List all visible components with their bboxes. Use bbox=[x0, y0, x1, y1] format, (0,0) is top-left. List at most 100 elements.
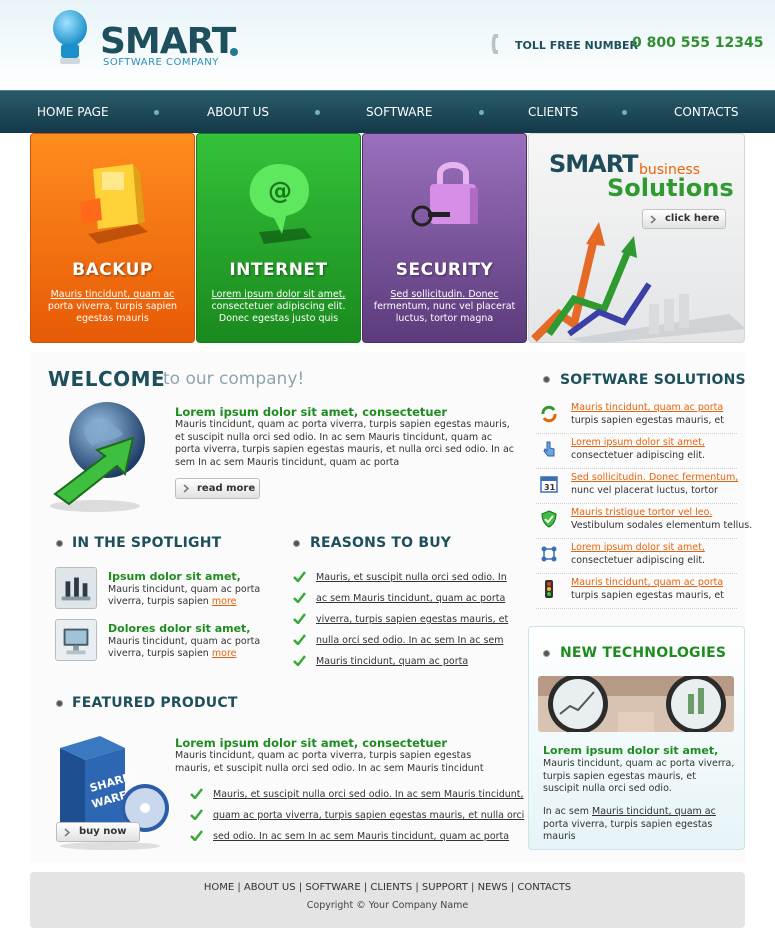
monitor-thumbnail[interactable] bbox=[55, 619, 97, 661]
people-thumbnail[interactable] bbox=[55, 567, 97, 609]
spotlight-heading: Ipsum dolor sit amet, bbox=[108, 570, 241, 583]
spotlight-more-link[interactable]: more bbox=[212, 596, 237, 607]
featured-bullet[interactable]: quam ac porta viverra, turpis sapien ege… bbox=[213, 810, 524, 821]
banner-title: SECURITY bbox=[395, 260, 494, 280]
banner-link[interactable]: Mauris tincidunt, quam ac bbox=[51, 289, 175, 300]
padlock-key-icon bbox=[411, 162, 478, 227]
copyright-text: Copyright © Your Company Name bbox=[306, 900, 469, 911]
section-bullet-icon bbox=[56, 700, 63, 707]
banner-link[interactable]: Sed sollicitudin. Donec bbox=[390, 289, 498, 300]
reason-item[interactable]: Mauris tincidunt, quam ac porta bbox=[316, 656, 468, 667]
reason-item[interactable]: nulla orci sed odio. In ac sem In ac sem bbox=[316, 635, 504, 646]
reason-item[interactable]: Mauris, et suscipit nulla orci sed odio.… bbox=[316, 572, 507, 583]
section-bullet-icon bbox=[293, 540, 300, 547]
footer-link-support[interactable]: SUPPORT bbox=[422, 882, 468, 893]
nav-home-page[interactable]: HOME PAGE bbox=[37, 91, 109, 134]
solution-text: turpis sapien egestas mauris, et bbox=[571, 590, 725, 601]
spotlight-text: Mauris tincidunt, quam ac porta viverra,… bbox=[108, 636, 268, 660]
banner-description: consectetuer adipiscing elit. Donec eges… bbox=[211, 301, 346, 324]
svg-text:@: @ bbox=[268, 177, 292, 205]
solution-text: turpis sapien egestas mauris, et bbox=[571, 415, 725, 426]
new-tech-text: Mauris tincidunt, quam ac porta viverra,… bbox=[543, 758, 735, 794]
solution-item: Mauris tincidunt, quam ac porta turpis s… bbox=[536, 574, 737, 609]
reason-item[interactable]: viverra, turpis sapien egestas mauris, e… bbox=[316, 614, 508, 625]
welcome-title: WELCOME bbox=[48, 367, 166, 391]
floppy-disk-icon bbox=[80, 164, 148, 244]
solution-text: nunc vel placerat luctus, tortor bbox=[571, 485, 718, 496]
chevron-right-icon bbox=[183, 484, 190, 493]
header: SMART SOFTWARE COMPANY TOLL FREE NUMBER … bbox=[0, 0, 775, 90]
featured-heading: Lorem ipsum dolor sit amet, consectetuer bbox=[175, 736, 448, 750]
nav-separator bbox=[315, 110, 320, 115]
solution-text: consectetuer adipiscing elit. bbox=[571, 450, 706, 461]
solution-link[interactable]: Lorem ipsum dolor sit amet, bbox=[571, 437, 705, 448]
banner-title: INTERNET bbox=[229, 260, 328, 280]
footer-link-software[interactable]: SOFTWARE bbox=[305, 882, 360, 893]
new-tech-text-suffix: porta viverra, turpis sapien egestas mau… bbox=[543, 818, 713, 843]
nav-about-us[interactable]: ABOUT US bbox=[207, 91, 269, 134]
nav-contacts[interactable]: CONTACTS bbox=[674, 91, 739, 134]
new-tech-title: NEW TECHNOLOGIES bbox=[560, 645, 727, 661]
phone-icon bbox=[491, 34, 498, 54]
nav-separator bbox=[622, 110, 627, 115]
footer: HOME | ABOUT US | SOFTWARE | CLIENTS | S… bbox=[30, 872, 745, 928]
read-more-label: read more bbox=[197, 483, 256, 494]
welcome-heading: Lorem ipsum dolor sit amet, consectetuer bbox=[175, 405, 448, 419]
nav-separator bbox=[479, 110, 484, 115]
featured-title: FEATURED PRODUCT bbox=[72, 695, 238, 711]
nav-clients[interactable]: CLIENTS bbox=[528, 91, 578, 134]
footer-link-contacts[interactable]: CONTACTS bbox=[517, 882, 571, 893]
banner-text: Lorem ipsum dolor sit amet, consectetuer… bbox=[205, 289, 352, 325]
buy-now-label: buy now bbox=[79, 826, 127, 837]
globe-arrow-icon bbox=[50, 402, 145, 512]
spotlight-heading: Dolores dolor sit amet, bbox=[108, 622, 251, 635]
footer-link-about-us[interactable]: ABOUT US bbox=[244, 882, 296, 893]
buy-now-button[interactable]: buy now bbox=[56, 822, 140, 842]
spotlight-line: Mauris tincidunt, quam ac porta bbox=[108, 584, 261, 595]
checkmark-icon bbox=[293, 592, 306, 603]
solution-link[interactable]: Sed sollicitudin. Donec fermentum, bbox=[571, 472, 738, 483]
main-nav: HOME PAGE ABOUT US SOFTWARE CLIENTS CONT… bbox=[0, 90, 775, 133]
promo-solutions-text: Solutions bbox=[607, 174, 734, 202]
software-solutions-title: SOFTWARE SOLUTIONS bbox=[560, 372, 746, 388]
solution-link[interactable]: Lorem ipsum dolor sit amet, bbox=[571, 542, 705, 553]
solution-item: 31 Sed sollicitudin. Donec fermentum, nu… bbox=[536, 469, 738, 504]
banner-link[interactable]: Lorem ipsum dolor sit amet, bbox=[212, 289, 346, 300]
featured-bullet[interactable]: Mauris, et suscipit nulla orci sed odio.… bbox=[213, 789, 524, 800]
solution-link[interactable]: Mauris tincidunt, quam ac porta bbox=[571, 577, 723, 588]
checkmark-icon bbox=[293, 571, 306, 582]
footer-link-clients[interactable]: CLIENTS bbox=[370, 882, 412, 893]
solution-item: Mauris tristique tortor vel leo. Vestibu… bbox=[536, 504, 752, 539]
banner-text: Sed sollicitudin. Donec fermentum, nunc … bbox=[371, 289, 518, 325]
spotlight-more-link[interactable]: more bbox=[212, 648, 237, 659]
banner-description: fermentum, nunc vel placerat luctus, tor… bbox=[373, 301, 516, 324]
featured-bullet[interactable]: sed odio. In ac sem In ac sem Mauris tin… bbox=[213, 831, 509, 842]
new-tech-heading: Lorem ipsum dolor sit amet, bbox=[543, 744, 719, 757]
featured-text: Mauris tincidunt, quam ac porta viverra,… bbox=[175, 750, 484, 774]
checkmark-icon bbox=[190, 788, 203, 799]
solution-link[interactable]: Mauris tristique tortor vel leo. bbox=[571, 507, 712, 518]
internet-banner[interactable]: @ INTERNET Lorem ipsum dolor sit amet, c… bbox=[196, 133, 361, 343]
spotlight-line: viverra, turpis sapien bbox=[108, 648, 209, 659]
reasons-title: REASONS TO BUY bbox=[310, 535, 452, 551]
section-bullet-icon bbox=[543, 650, 550, 657]
banner-text: Mauris tincidunt, quam ac porta viverra,… bbox=[39, 289, 186, 325]
reason-item[interactable]: ac sem Mauris tincidunt, quam ac porta bbox=[316, 593, 505, 604]
read-more-button[interactable]: read more bbox=[175, 478, 260, 499]
refresh-icon bbox=[541, 405, 557, 423]
nav-software[interactable]: SOFTWARE bbox=[366, 91, 432, 134]
welcome-text: Mauris tincidunt, quam ac porta viverra,… bbox=[175, 419, 515, 468]
footer-nav: HOME | ABOUT US | SOFTWARE | CLIENTS | S… bbox=[203, 882, 572, 893]
solution-link[interactable]: Mauris tincidunt, quam ac porta bbox=[571, 402, 723, 413]
smart-solutions-banner[interactable]: SMART business Solutions click here bbox=[528, 133, 745, 343]
footer-link-home[interactable]: HOME bbox=[204, 882, 234, 893]
backup-banner[interactable]: BACKUP Mauris tincidunt, quam ac porta v… bbox=[30, 133, 195, 343]
goggles-image[interactable] bbox=[538, 676, 734, 732]
logo-title[interactable]: SMART bbox=[100, 22, 236, 62]
security-banner[interactable]: SECURITY Sed sollicitudin. Donec ferment… bbox=[362, 133, 527, 343]
new-tech-link[interactable]: Mauris tincidunt, quam ac bbox=[592, 806, 716, 817]
footer-link-news[interactable]: NEWS bbox=[478, 882, 508, 893]
nav-separator bbox=[154, 110, 159, 115]
chevron-right-icon bbox=[64, 828, 71, 837]
lightbulb-logo-icon bbox=[53, 10, 87, 64]
